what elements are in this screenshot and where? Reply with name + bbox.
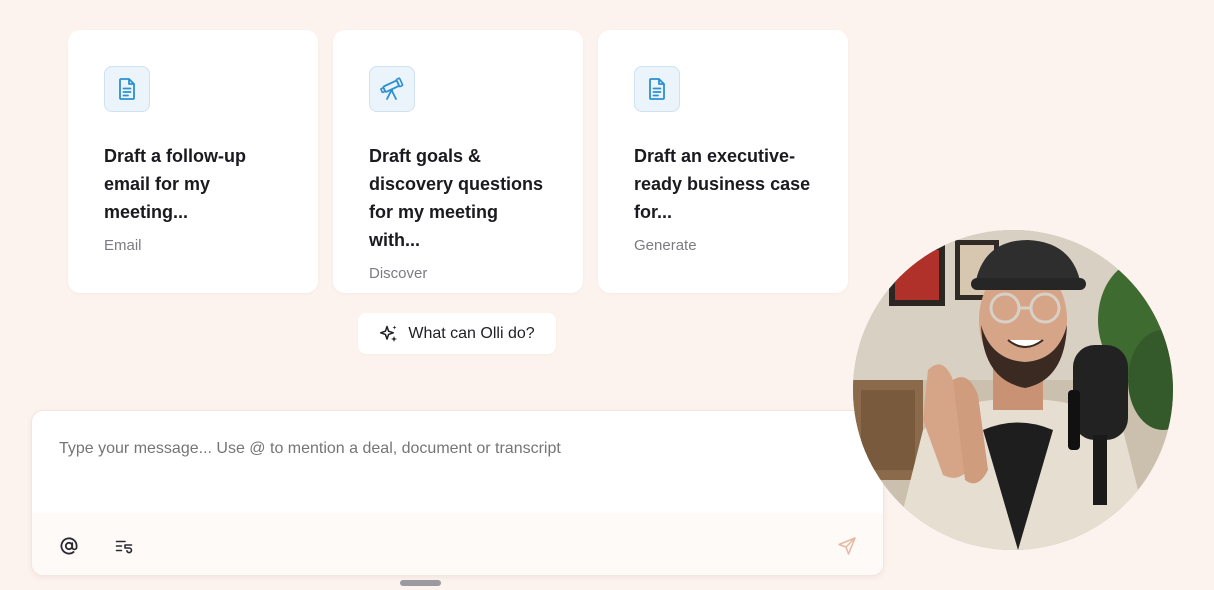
send-icon xyxy=(837,536,857,556)
send-button[interactable] xyxy=(834,533,860,559)
card-title: Draft a follow-up email for my meeting..… xyxy=(104,146,246,222)
suggestion-card-discover[interactable]: Draft goals & discovery questions for my… xyxy=(333,30,583,293)
card-category: Email xyxy=(104,237,142,254)
document-icon xyxy=(104,66,150,112)
mention-button[interactable] xyxy=(56,533,82,559)
message-input[interactable] xyxy=(59,437,839,461)
olli-button-label: What can Olli do? xyxy=(408,324,535,342)
suggestion-card-email[interactable]: Draft a follow-up email for my meeting..… xyxy=(68,30,318,293)
composer-toolbar xyxy=(32,513,883,575)
sparkle-icon xyxy=(379,324,399,344)
card-category: Discover xyxy=(369,265,428,282)
prompt-list-icon xyxy=(114,536,134,556)
card-category: Generate xyxy=(634,237,697,254)
mention-icon xyxy=(59,536,79,556)
telescope-icon xyxy=(369,66,415,112)
what-can-olli-do-button[interactable]: What can Olli do? xyxy=(358,313,556,354)
suggestion-card-generate[interactable]: Draft an executive-ready business case f… xyxy=(598,30,848,293)
resize-handle[interactable] xyxy=(400,580,441,586)
card-title: Draft an executive-ready business case f… xyxy=(634,146,811,222)
document-icon xyxy=(634,66,680,112)
presenter-video xyxy=(853,230,1173,550)
card-title: Draft goals & discovery questions for my… xyxy=(369,146,544,250)
message-composer xyxy=(31,410,884,576)
prompt-list-button[interactable] xyxy=(111,533,137,559)
